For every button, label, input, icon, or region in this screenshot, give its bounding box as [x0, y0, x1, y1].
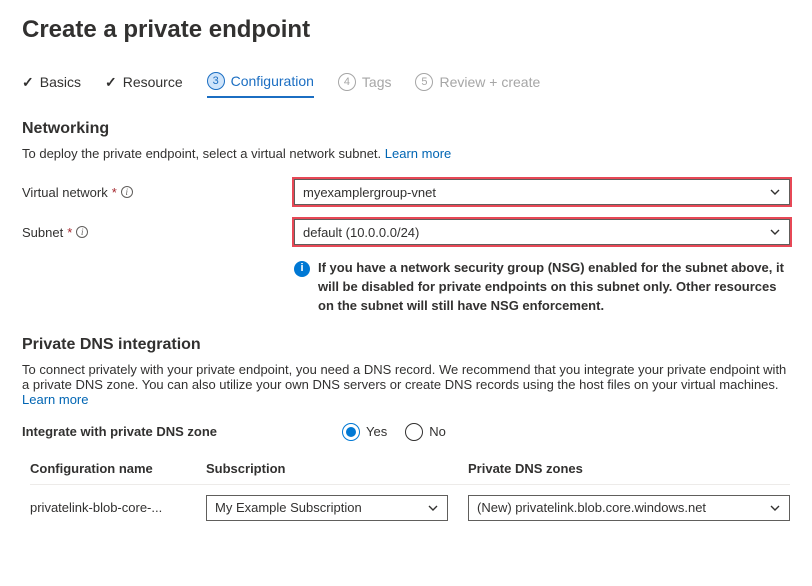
step-number: 3 [207, 72, 225, 90]
required-asterisk: * [67, 225, 72, 240]
dns-section-desc: To connect privately with your private e… [22, 362, 790, 407]
col-subscription: Subscription [206, 461, 468, 476]
dns-zones-table: Configuration name Subscription Private … [30, 461, 790, 521]
info-icon: i [294, 261, 310, 277]
learn-more-link[interactable]: Learn more [22, 392, 88, 407]
networking-section-title: Networking [22, 120, 790, 138]
info-icon[interactable]: i [76, 226, 88, 238]
radio-circle-icon [342, 423, 360, 441]
info-icon[interactable]: i [121, 186, 133, 198]
required-asterisk: * [112, 185, 117, 200]
tab-resource[interactable]: ✓ Resource [105, 72, 183, 98]
chevron-down-icon [427, 502, 439, 514]
radio-circle-icon [405, 423, 423, 441]
vnet-value: myexamplergroup-vnet [303, 185, 436, 200]
chevron-down-icon [769, 186, 781, 198]
tab-review-create[interactable]: 5 Review + create [415, 72, 540, 98]
step-number: 5 [415, 73, 433, 91]
chevron-down-icon [769, 226, 781, 238]
cell-config-name: privatelink-blob-core-... [30, 500, 206, 515]
dns-zone-value: (New) privatelink.blob.core.windows.net [477, 500, 706, 515]
col-dns-zones: Private DNS zones [468, 461, 790, 476]
networking-section-desc: To deploy the private endpoint, select a… [22, 146, 790, 161]
tab-label: Resource [123, 74, 183, 90]
nsg-info-text: If you have a network security group (NS… [318, 259, 790, 316]
table-header: Configuration name Subscription Private … [30, 461, 790, 485]
learn-more-link[interactable]: Learn more [385, 146, 451, 161]
nsg-info-box: i If you have a network security group (… [294, 259, 790, 316]
tab-label: Configuration [231, 73, 314, 89]
tab-configuration[interactable]: 3 Configuration [207, 72, 314, 98]
integrate-label: Integrate with private DNS zone [22, 424, 342, 439]
subnet-value: default (10.0.0.0/24) [303, 225, 419, 240]
subnet-label: Subnet * i [22, 225, 294, 240]
tab-tags[interactable]: 4 Tags [338, 72, 392, 98]
page-title: Create a private endpoint [22, 16, 790, 44]
radio-no[interactable]: No [405, 423, 446, 441]
table-row: privatelink-blob-core-... My Example Sub… [30, 485, 790, 521]
subscription-value: My Example Subscription [215, 500, 362, 515]
tab-label: Basics [40, 74, 81, 90]
check-icon: ✓ [22, 74, 34, 91]
col-config-name: Configuration name [30, 461, 206, 476]
integrate-radio-group: Yes No [342, 423, 446, 441]
check-icon: ✓ [105, 74, 117, 91]
step-number: 4 [338, 73, 356, 91]
chevron-down-icon [769, 502, 781, 514]
radio-yes[interactable]: Yes [342, 423, 387, 441]
subnet-select[interactable]: default (10.0.0.0/24) [294, 219, 790, 245]
dns-section-title: Private DNS integration [22, 336, 790, 354]
dns-zone-select[interactable]: (New) privatelink.blob.core.windows.net [468, 495, 790, 521]
wizard-tabs: ✓ Basics ✓ Resource 3 Configuration 4 Ta… [22, 72, 790, 98]
vnet-select[interactable]: myexamplergroup-vnet [294, 179, 790, 205]
subscription-select[interactable]: My Example Subscription [206, 495, 448, 521]
tab-label: Tags [362, 74, 392, 90]
tab-label: Review + create [439, 74, 540, 90]
vnet-label: Virtual network * i [22, 185, 294, 200]
tab-basics[interactable]: ✓ Basics [22, 72, 81, 98]
